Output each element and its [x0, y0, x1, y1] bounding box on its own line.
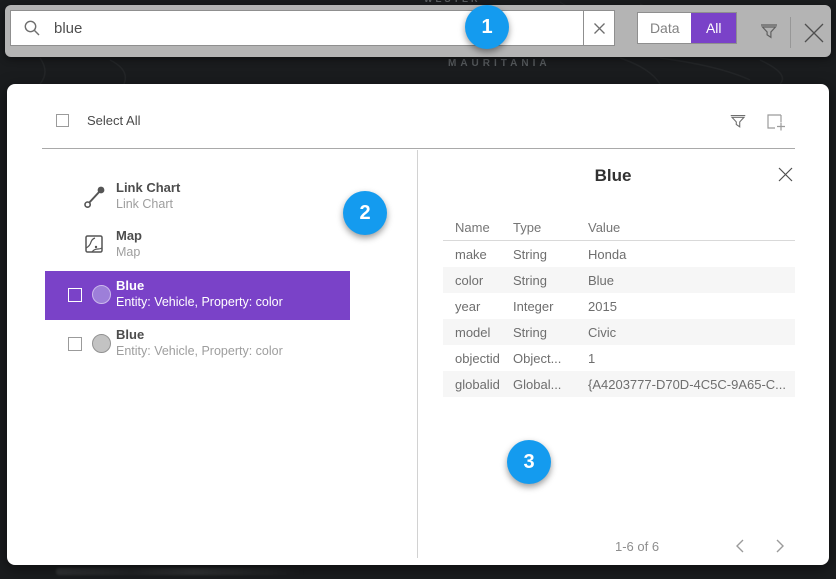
panel-header-divider: [42, 148, 795, 149]
pagination-range-label: 1-6 of 6: [615, 539, 659, 554]
entity-circle-icon: [92, 334, 111, 353]
link-chart-icon: [83, 184, 107, 210]
cell-name: model: [443, 325, 513, 340]
detail-title: Blue: [443, 166, 783, 186]
chevron-left-icon[interactable]: [735, 539, 745, 556]
cell-name: make: [443, 247, 513, 262]
header-value: Value: [588, 220, 795, 235]
result-title: Map: [116, 228, 142, 243]
result-subtitle: Entity: Vehicle, Property: color: [116, 295, 283, 309]
cell-type: String: [513, 325, 588, 340]
step-badge-3: 3: [507, 440, 551, 484]
map-label-bottom-faint: [56, 568, 306, 575]
search-scope-toggle: Data All: [637, 12, 737, 44]
entity-circle-icon: [92, 285, 111, 304]
result-item-blue-selected[interactable]: Blue Entity: Vehicle, Property: color: [45, 271, 350, 320]
map-icon: [83, 232, 105, 256]
result-subtitle: Entity: Vehicle, Property: color: [116, 344, 283, 358]
clear-search-button[interactable]: [583, 11, 614, 45]
step-badge-1: 1: [465, 5, 509, 49]
cell-name: objectid: [443, 351, 513, 366]
cell-type: String: [513, 247, 588, 262]
table-row: color String Blue: [443, 267, 795, 293]
step-badge-2: 2: [343, 191, 387, 235]
list-detail-divider: [417, 150, 418, 558]
search-box[interactable]: [10, 10, 615, 46]
header-name: Name: [443, 220, 513, 235]
table-row: objectid Object... 1: [443, 345, 795, 371]
select-all-checkbox[interactable]: [56, 114, 69, 127]
detail-close-icon[interactable]: [777, 166, 794, 188]
result-item-blue[interactable]: Blue Entity: Vehicle, Property: color: [45, 320, 350, 369]
screenshot-stage: WESTER MAURITANIA Data All Select All: [0, 0, 836, 579]
result-item-map[interactable]: Map Map: [45, 222, 350, 271]
search-results-panel: Select All Link Chart Link Chart Map Map: [7, 84, 829, 565]
search-toolbar: Data All: [5, 5, 831, 57]
select-all-label: Select All: [87, 113, 140, 128]
cell-type: Global...: [513, 377, 588, 392]
result-checkbox[interactable]: [68, 288, 82, 302]
map-label-mauritania: MAURITANIA: [448, 58, 551, 69]
result-title: Blue: [116, 278, 144, 293]
cell-value: Civic: [588, 325, 795, 340]
map-label-western-sahara: WESTER: [424, 0, 481, 4]
cell-name: globalid: [443, 377, 513, 392]
header-type: Type: [513, 220, 588, 235]
pagination: 1-6 of 6: [567, 537, 807, 557]
result-item-link-chart[interactable]: Link Chart Link Chart: [45, 174, 350, 223]
cell-type: Integer: [513, 299, 588, 314]
results-filter-funnel-icon[interactable]: [728, 111, 748, 136]
result-subtitle: Map: [116, 245, 140, 259]
clear-x-icon: [593, 22, 606, 35]
cell-value: 2015: [588, 299, 795, 314]
add-to-selection-icon[interactable]: [764, 111, 787, 138]
chevron-right-icon[interactable]: [775, 539, 785, 556]
cell-name: year: [443, 299, 513, 314]
attribute-table-header: Name Type Value: [443, 214, 795, 240]
cell-value: {A4203777-D70D-4C5C-9A65-C...: [588, 377, 795, 392]
close-search-icon[interactable]: [801, 20, 827, 51]
result-title: Link Chart: [116, 180, 180, 195]
cell-value: Honda: [588, 247, 795, 262]
attribute-table: Name Type Value make String Honda color …: [443, 214, 795, 397]
result-title: Blue: [116, 327, 144, 342]
result-subtitle: Link Chart: [116, 197, 173, 211]
result-checkbox[interactable]: [68, 337, 82, 351]
table-row: model String Civic: [443, 319, 795, 345]
table-row: make String Honda: [443, 241, 795, 267]
cell-type: String: [513, 273, 588, 288]
toggle-option-all[interactable]: All: [691, 13, 736, 43]
filter-funnel-icon[interactable]: [758, 20, 780, 47]
search-icon: [23, 19, 41, 37]
table-row: globalid Global... {A4203777-D70D-4C5C-9…: [443, 371, 795, 397]
toolbar-divider: [790, 17, 791, 48]
cell-type: Object...: [513, 351, 588, 366]
cell-name: color: [443, 273, 513, 288]
cell-value: Blue: [588, 273, 795, 288]
cell-value: 1: [588, 351, 795, 366]
table-row: year Integer 2015: [443, 293, 795, 319]
toggle-option-data[interactable]: Data: [638, 13, 691, 43]
